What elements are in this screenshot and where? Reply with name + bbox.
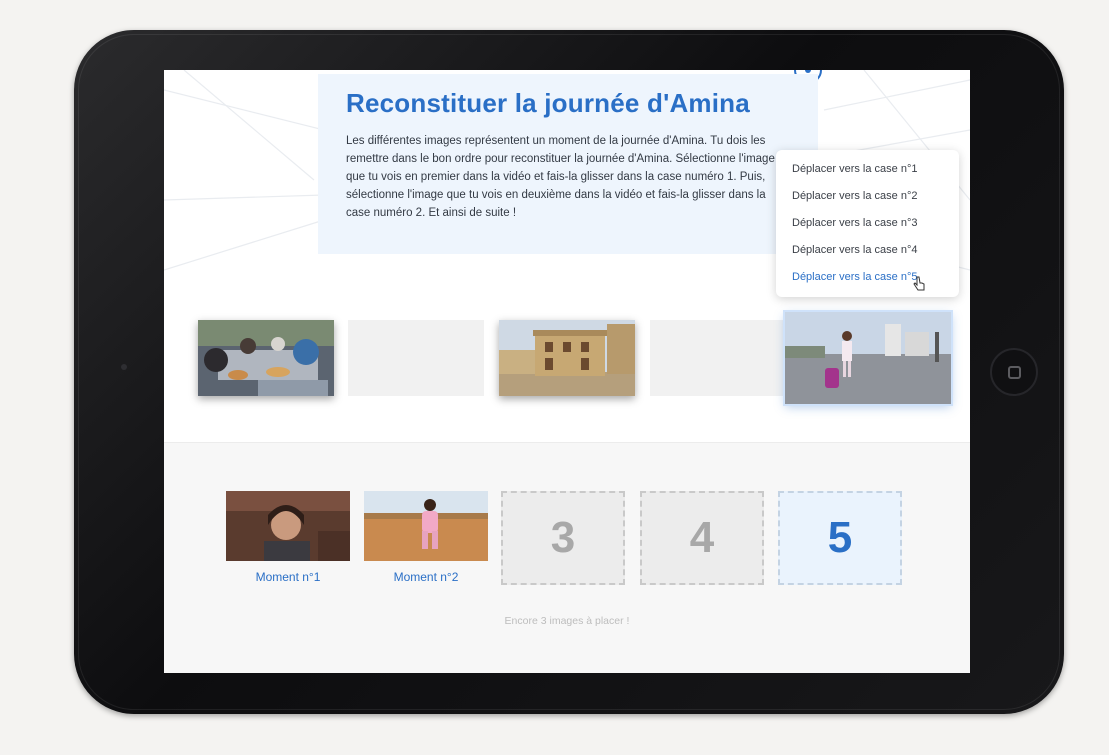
hand-cursor-icon xyxy=(913,276,925,291)
smiling-woman-photo xyxy=(226,491,350,561)
drop-slot-3[interactable]: 3 xyxy=(501,491,625,585)
page-title: Reconstituer la journée d'Amina xyxy=(346,88,750,118)
drop-slot-2-filled[interactable] xyxy=(364,491,488,561)
instructions-text: Les différentes images représentent un m… xyxy=(346,135,775,219)
meal-photo xyxy=(198,320,334,396)
camera-icon xyxy=(121,364,127,370)
slot-label-2: Moment n°2 xyxy=(393,570,459,584)
home-button[interactable] xyxy=(990,348,1038,396)
menu-item-slot-4[interactable]: Déplacer vers la case n°4 xyxy=(776,237,959,264)
menu-item-slot-5[interactable]: Déplacer vers la case n°5 xyxy=(776,264,959,291)
menu-item-slot-3[interactable]: Déplacer vers la case n°3 xyxy=(776,210,959,237)
house-photo xyxy=(499,320,635,396)
drop-slot-5[interactable]: 5 xyxy=(778,491,902,585)
drop-zone-area: Moment n°1 Moment n°2 3 4 5 Encore 3 ima… xyxy=(164,442,970,673)
road-photo xyxy=(785,312,951,404)
instructions-panel: Reconstituer la journée d'Amina Les diff… xyxy=(318,74,818,254)
image-card-house[interactable] xyxy=(499,320,635,396)
home-square-icon xyxy=(1007,365,1021,379)
remaining-count: Encore 3 images à placer ! xyxy=(504,615,630,627)
image-slot-empty xyxy=(348,320,484,396)
slot-label-1: Moment n°1 xyxy=(255,570,321,584)
drop-slot-1-filled[interactable] xyxy=(226,491,350,561)
image-card-meal[interactable] xyxy=(198,320,334,396)
girl-desert-photo xyxy=(364,491,488,561)
image-card-road-selected[interactable] xyxy=(785,312,951,404)
image-slot-empty xyxy=(650,320,786,396)
menu-item-slot-1[interactable]: Déplacer vers la case n°1 xyxy=(776,156,959,183)
menu-item-slot-2[interactable]: Déplacer vers la case n°2 xyxy=(776,183,959,210)
image-bank xyxy=(164,310,970,410)
move-to-menu: Déplacer vers la case n°1 Déplacer vers … xyxy=(776,150,959,297)
drop-slot-4[interactable]: 4 xyxy=(640,491,764,585)
app-screen: Reconstituer la journée d'Amina Les diff… xyxy=(164,70,970,673)
